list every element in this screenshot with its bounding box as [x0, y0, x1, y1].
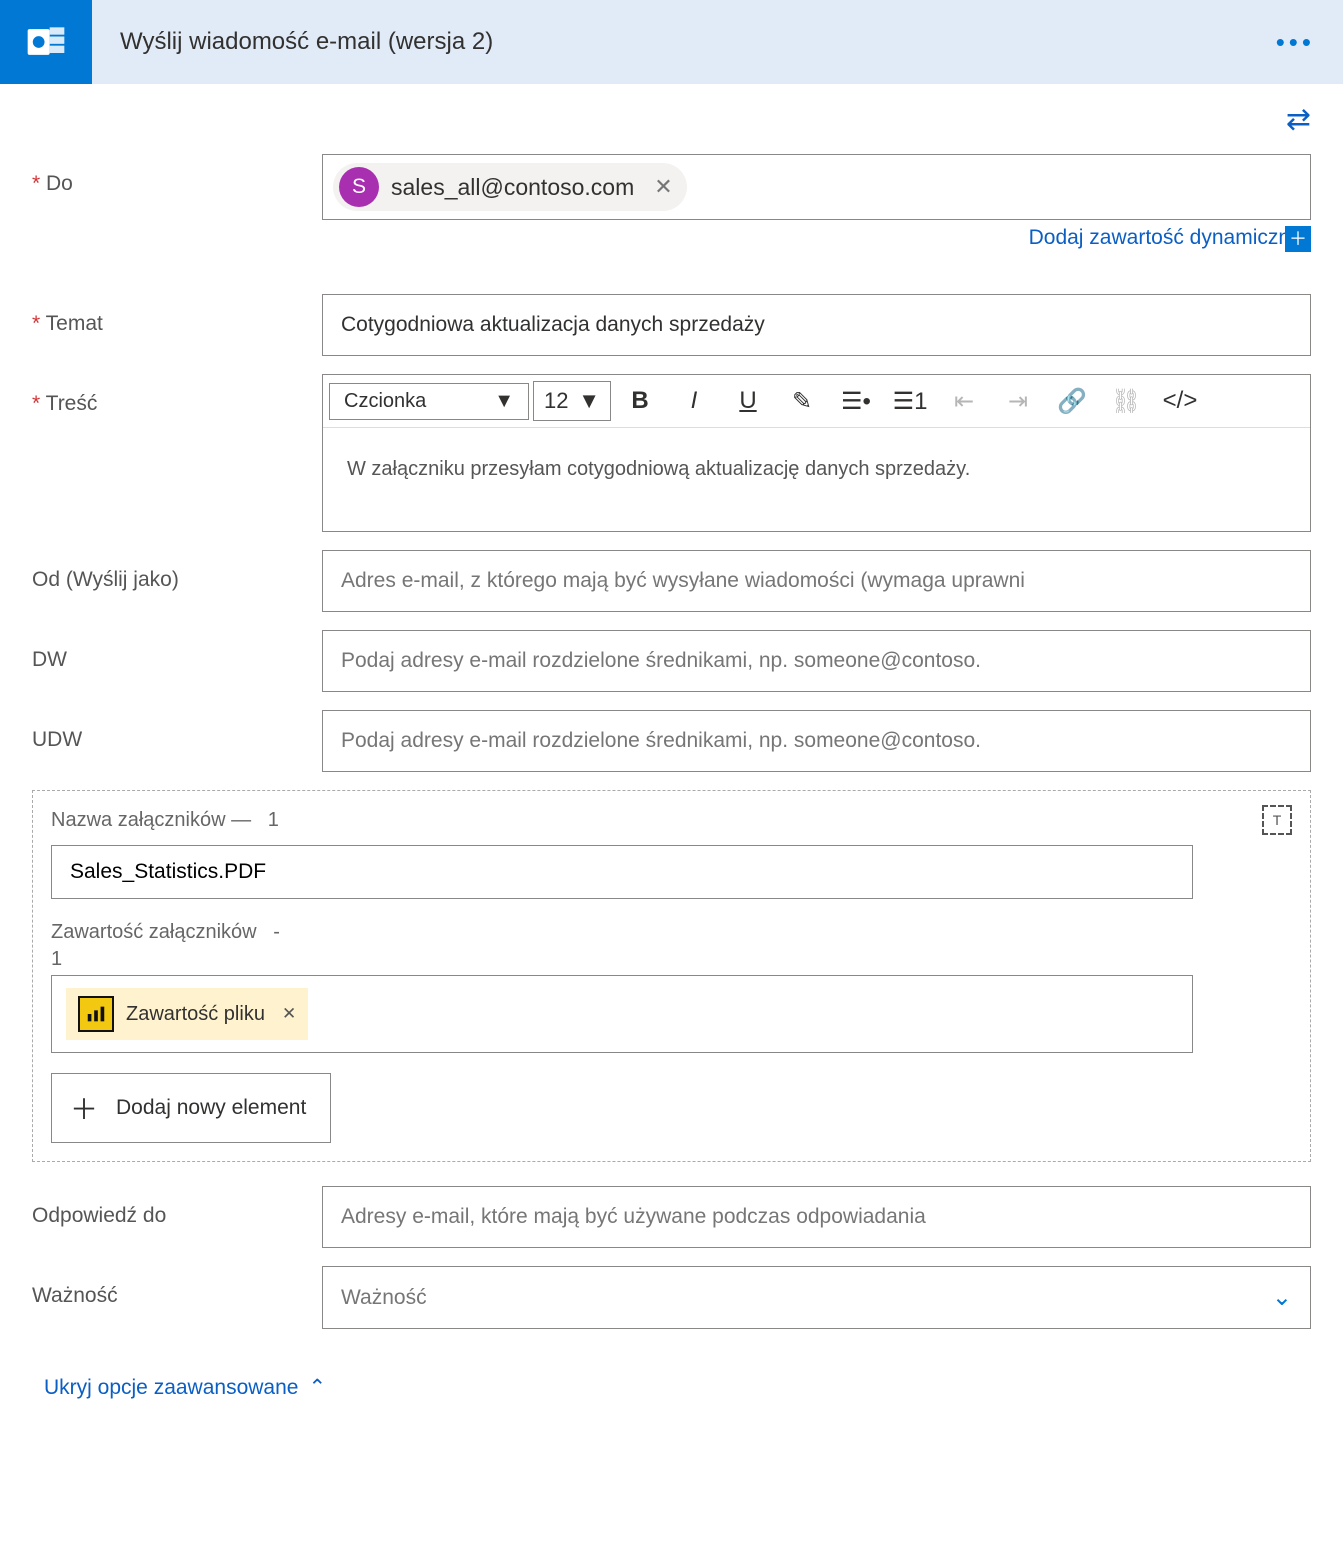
importance-select[interactable]: Ważność ⌄ [322, 1266, 1311, 1329]
file-content-token[interactable]: Zawartość pliku ✕ [66, 988, 308, 1040]
body-text-area[interactable]: W załączniku przesyłam cotygodniową aktu… [323, 428, 1310, 531]
add-new-item-button[interactable]: ＋ Dodaj nowy element [51, 1073, 331, 1143]
rte-toolbar: Czcionka ▼ 12 ▼ B I U ✎ ☰• ☰1 ⇤ [323, 375, 1310, 428]
attachment-name-label: Nazwa załączników — 1 [51, 809, 279, 832]
attachment-content-count: 1 [51, 948, 1292, 971]
cc-label: DW [32, 630, 322, 672]
highlighter-icon[interactable]: ✎ [777, 379, 827, 423]
chevron-up-icon: ⌃ [308, 1375, 326, 1400]
attachment-content-input[interactable]: Zawartość pliku ✕ [51, 975, 1193, 1053]
file-token-label: Zawartość pliku [126, 1003, 265, 1026]
bulleted-list-icon[interactable]: ☰• [831, 379, 881, 423]
numbered-list-icon[interactable]: ☰1 [885, 379, 935, 423]
subject-label: Temat [32, 294, 322, 336]
chevron-down-icon: ▼ [494, 390, 514, 413]
indent-icon: ⇥ [993, 379, 1043, 423]
hide-advanced-options-link[interactable]: Ukryj opcje zaawansowane ⌃ [44, 1375, 326, 1400]
switch-to-array-icon[interactable]: T [1262, 805, 1292, 835]
remove-token-icon[interactable]: ✕ [277, 1004, 296, 1024]
more-menu-button[interactable]: ••• [1276, 27, 1343, 58]
subject-input[interactable] [322, 294, 1311, 356]
body-editor: Czcionka ▼ 12 ▼ B I U ✎ ☰• ☰1 ⇤ [322, 374, 1311, 532]
action-header: Wyślij wiadomość e-mail (wersja 2) ••• [0, 0, 1343, 84]
reply-to-input[interactable] [322, 1186, 1311, 1248]
from-label: Od (Wyślij jako) [32, 550, 322, 592]
bold-button[interactable]: B [615, 379, 665, 423]
swap-arrows-icon[interactable]: ⇄ [1286, 102, 1311, 137]
cc-input[interactable] [322, 630, 1311, 692]
importance-label: Ważność [32, 1266, 322, 1308]
attachment-content-label: Zawartość załączników - [51, 921, 280, 944]
code-view-icon[interactable]: </> [1155, 379, 1205, 423]
powerbi-icon [78, 996, 114, 1032]
italic-button[interactable]: I [669, 379, 719, 423]
to-label: Do [32, 154, 322, 196]
plus-badge-icon[interactable]: ＋ [1285, 226, 1311, 252]
underline-button[interactable]: U [723, 379, 773, 423]
chevron-down-icon: ⌄ [1272, 1283, 1292, 1312]
plus-icon: ＋ [70, 1088, 98, 1128]
attachments-section: Nazwa załączników — 1 T Zawartość załącz… [32, 790, 1311, 1162]
reply-to-label: Odpowiedź do [32, 1186, 322, 1228]
unlink-icon: ⛓ [1101, 379, 1151, 423]
font-select[interactable]: Czcionka ▼ [329, 383, 529, 420]
bcc-input[interactable] [322, 710, 1311, 772]
chevron-down-icon: ▼ [578, 388, 600, 414]
to-input[interactable]: S sales_all@contoso.com ✕ [322, 154, 1311, 220]
link-icon[interactable]: 🔗 [1047, 379, 1097, 423]
add-dynamic-content-link[interactable]: Dodaj zawartość dynamiczną [1029, 226, 1302, 249]
outlook-icon [0, 0, 92, 84]
action-title: Wyślij wiadomość e-mail (wersja 2) [92, 28, 1276, 56]
recipient-email: sales_all@contoso.com [391, 174, 634, 201]
outdent-icon: ⇤ [939, 379, 989, 423]
recipient-chip[interactable]: S sales_all@contoso.com ✕ [333, 163, 687, 211]
bcc-label: UDW [32, 710, 322, 752]
remove-recipient-icon[interactable]: ✕ [646, 174, 672, 200]
avatar: S [339, 167, 379, 207]
body-label: Treść [32, 374, 322, 416]
font-size-select[interactable]: 12 ▼ [533, 381, 611, 421]
attachment-name-input[interactable] [51, 845, 1193, 899]
from-input[interactable] [322, 550, 1311, 612]
